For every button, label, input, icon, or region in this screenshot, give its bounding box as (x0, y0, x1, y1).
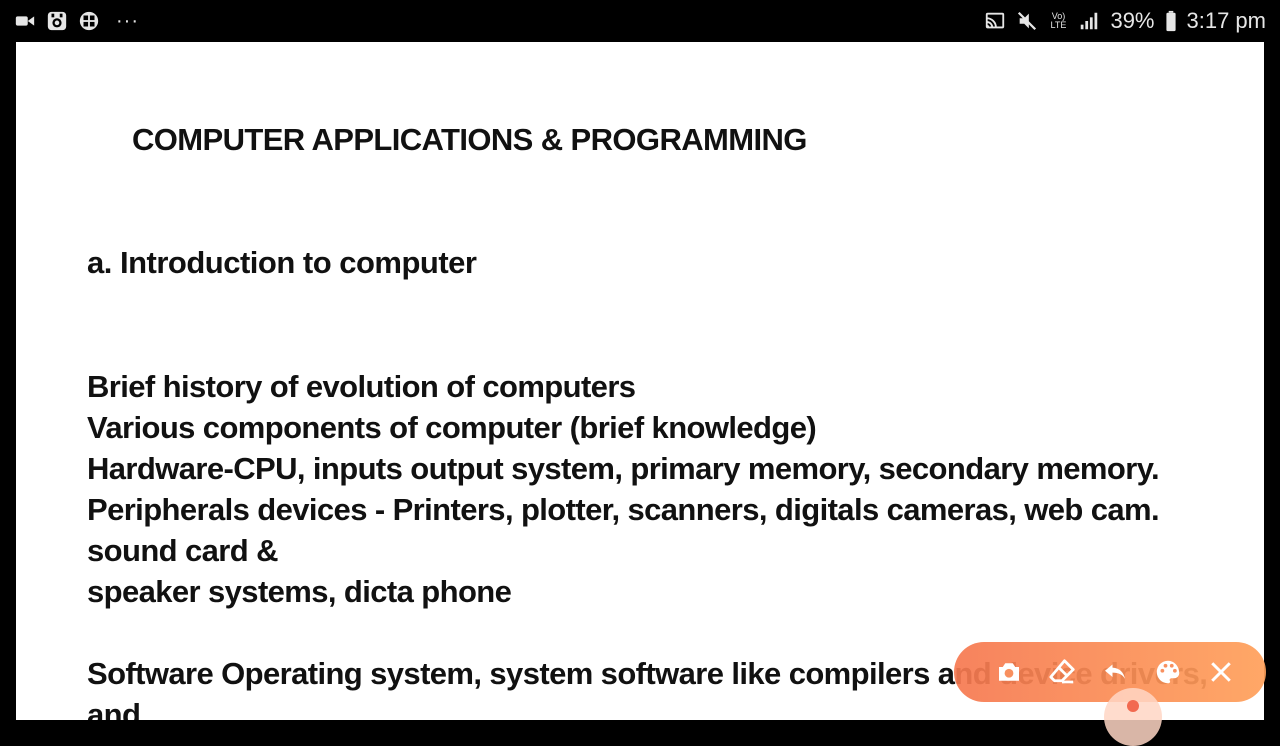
gallery-icon (78, 10, 100, 32)
undo-icon (1104, 664, 1125, 679)
mute-icon (1016, 10, 1038, 32)
volte-label-bottom: LTE (1050, 20, 1067, 30)
body-line: Various components of computer (brief kn… (87, 410, 817, 445)
document-page[interactable]: COMPUTER APPLICATIONS & PROGRAMMING a. I… (16, 42, 1264, 720)
signal-icon (1078, 10, 1100, 32)
clock: 3:17 pm (1186, 8, 1267, 33)
body-line: Peripherals devices - Printers, plotter,… (87, 492, 1160, 527)
annotation-toolbar (954, 642, 1266, 702)
palette-button[interactable] (1151, 655, 1185, 689)
status-right: Vo) LTE 39% 3:17 pm (984, 8, 1266, 34)
close-icon (1211, 662, 1232, 682)
video-camera-icon (14, 10, 36, 32)
cast-icon (984, 10, 1006, 32)
body-line: sound card & (87, 533, 278, 568)
document-title: COMPUTER APPLICATIONS & PROGRAMMING (132, 122, 807, 157)
overflow-dots: ··· (116, 9, 139, 32)
undo-button[interactable] (1098, 655, 1132, 689)
battery-icon (1165, 10, 1177, 32)
eraser-button[interactable] (1045, 655, 1079, 689)
body-line: Hardware-CPU, inputs output system, prim… (87, 451, 1160, 486)
status-left: ··· (14, 10, 139, 33)
floating-pen-button[interactable] (1104, 688, 1162, 746)
eraser-icon (1049, 659, 1075, 684)
body-line: Brief history of evolution of computers (87, 369, 636, 404)
volte-icon: Vo) LTE (1048, 12, 1068, 30)
screenshot-button[interactable] (992, 655, 1026, 689)
camera-icon (998, 663, 1019, 681)
close-button[interactable] (1204, 655, 1238, 689)
pen-color-indicator (1127, 700, 1139, 712)
body-line: speaker systems, dicta phone (87, 574, 512, 609)
recorder-icon (46, 10, 68, 32)
section-heading: a. Introduction to computer (87, 245, 477, 280)
palette-icon (1156, 660, 1180, 684)
status-bar: ··· Vo) LTE 39% 3:17 pm (0, 0, 1280, 42)
battery-percent: 39% (1110, 8, 1155, 33)
